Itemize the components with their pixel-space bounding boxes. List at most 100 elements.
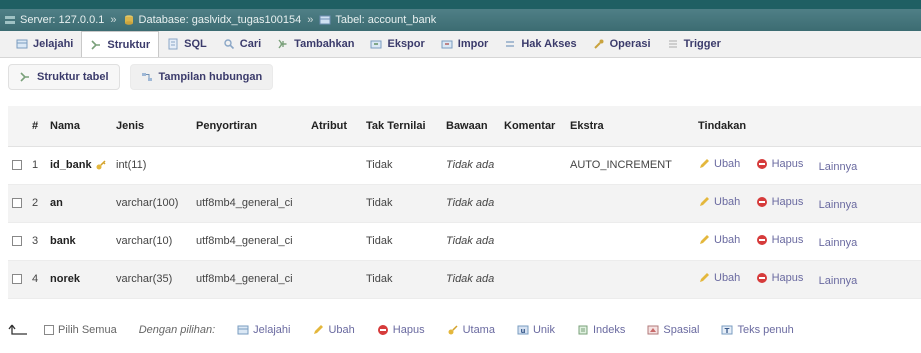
tab-label: Tambahkan [294,38,355,50]
tab-hak-akses[interactable]: Hak Akses [496,31,584,57]
tab-label: Jelajahi [33,38,74,50]
drop-button[interactable]: Hapus [756,158,803,170]
edit-button[interactable]: Ubah [698,196,740,208]
column-header: Bawaan [442,106,500,147]
tab-label: Impor [457,38,489,50]
delete-icon [756,234,768,246]
field-collation: utf8mb4_general_ci [192,260,307,299]
column-header: Komentar [500,106,566,147]
row-checkbox[interactable] [12,198,22,209]
more-button[interactable]: Lainnya [819,199,858,211]
edit-button[interactable]: Ubah [698,234,740,246]
row-number: 1 [28,146,46,185]
edit-button[interactable]: Ubah [698,158,740,170]
bulk-unique-button[interactable]: u Unik [517,324,555,336]
column-header: Tak Ternilai [362,106,442,147]
bulk-label: Indeks [592,324,626,336]
tab-cari[interactable]: Cari [215,31,269,57]
field-name[interactable]: id_bank [50,159,92,171]
tab-ekspor[interactable]: Ekspor [362,31,432,57]
field-type: varchar(100) [112,184,192,223]
row-checkbox-cell [8,222,28,261]
tab-struktur[interactable]: Struktur [81,31,160,57]
field-type: varchar(10) [112,222,192,261]
bulk-edit-button[interactable]: Ubah [312,324,355,336]
field-collation: utf8mb4_general_ci [192,184,307,223]
drop-button[interactable]: Hapus [756,234,803,246]
check-all[interactable]: Pilih Semua [44,324,117,336]
edit-label: Ubah [714,157,741,170]
bulk-index-button[interactable]: Indeks [577,324,625,336]
unique-icon: u [517,324,529,336]
edit-button[interactable]: Ubah [698,272,740,284]
privileges-icon [504,38,516,50]
field-attribute [307,184,362,223]
bulk-label: Utama [462,324,495,336]
row-checkbox-cell [8,146,28,185]
column-header: Nama [46,106,112,147]
check-all-checkbox[interactable] [44,325,54,335]
primary-key-icon [95,159,107,171]
tab-label: Operasi [609,38,651,50]
field-name-cell: id_bank [46,146,112,185]
bulk-spatial-button[interactable]: Spasial [647,324,699,336]
tab-tambahkan[interactable]: Tambahkan [269,31,362,57]
field-extra: AUTO_INCREMENT [566,146,694,185]
drop-label: Hapus [771,271,804,284]
more-button[interactable]: Lainnya [819,237,858,249]
insert-icon [277,38,289,50]
tab-label: Struktur [107,38,151,51]
subtab-tampilan-hubungan[interactable]: Tampilan hubungan [129,64,274,90]
field-name[interactable]: norek [50,273,80,285]
breadcrumb-database-label: Database: gaslvidx_tugas100154 [138,14,302,26]
field-name[interactable]: an [50,197,63,209]
edit-label: Ubah [714,195,741,208]
bulk-label: Hapus [392,324,425,336]
more-button[interactable]: Lainnya [819,161,858,173]
svg-text:u: u [520,327,525,335]
drop-button[interactable]: Hapus [756,271,804,284]
row-checkbox[interactable] [12,274,22,285]
index-icon [577,324,589,336]
tab-sql[interactable]: SQL [159,31,215,57]
tab-jelajahi[interactable]: Jelajahi [8,31,81,57]
header-checkbox-cell [8,106,28,147]
sub-tabs: Struktur tabel Tampilan hubungan [8,64,274,90]
row-number: 3 [28,222,46,261]
edit-label: Ubah [714,271,741,284]
breadcrumb-server[interactable]: Server: 127.0.0.1 [4,14,104,26]
bulk-primary-button[interactable]: Utama [447,324,495,336]
field-comment [500,260,566,299]
table-icon [237,324,249,336]
row-checkbox[interactable] [12,160,22,171]
delete-icon [756,158,768,170]
field-collation: utf8mb4_general_ci [192,222,307,261]
bulk-drop-button[interactable]: Hapus [377,324,425,336]
tab-label: SQL [184,38,207,50]
field-default: Tidak ada [442,146,500,185]
svg-text:T: T [725,327,730,335]
pencil-icon [698,272,710,284]
table-icon [319,14,331,26]
server-icon [4,14,16,26]
tab-operasi[interactable]: Operasi [585,31,659,57]
export-icon [370,38,382,50]
breadcrumb-database[interactable]: Database: gaslvidx_tugas100154 [123,14,302,26]
tab-trigger[interactable]: Trigger [659,31,729,57]
tab-impor[interactable]: Impor [433,31,497,57]
drop-button[interactable]: Hapus [756,196,803,208]
bulk-fulltext-button[interactable]: T Teks penuh [721,324,794,336]
subtab-label: Tampilan hubungan [158,71,263,83]
subtab-struktur-tabel[interactable]: Struktur tabel [8,64,120,90]
field-name-cell: an [46,184,112,223]
field-name[interactable]: bank [50,235,76,247]
more-button[interactable]: Lainnya [819,275,858,287]
relation-icon [141,71,153,83]
row-checkbox[interactable] [12,236,22,247]
field-comment [500,184,566,223]
row-checkbox-cell [8,260,28,299]
field-null: Tidak [362,260,442,299]
breadcrumb-table[interactable]: Tabel: account_bank [319,14,436,26]
bulk-browse-button[interactable]: Jelajahi [237,324,290,336]
database-icon [123,14,135,26]
